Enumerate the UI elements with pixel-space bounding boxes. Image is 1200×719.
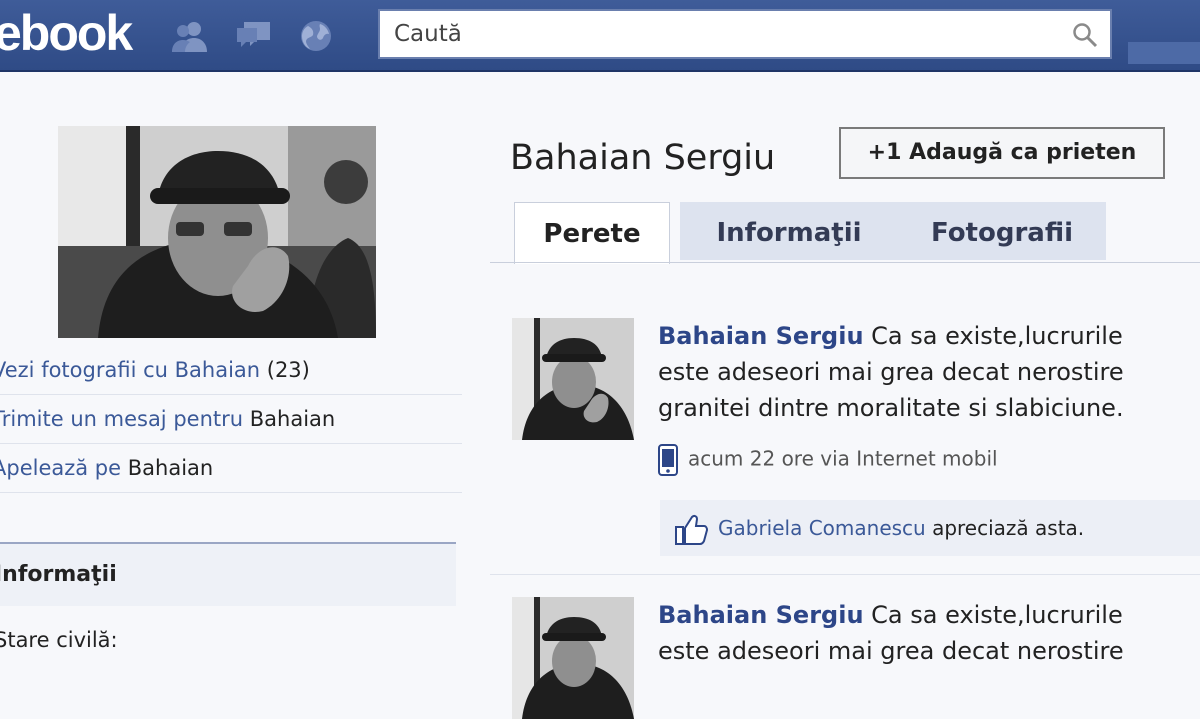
post-likes: Gabriela Comanescu apreciază asta. bbox=[660, 500, 1200, 556]
profile-photo[interactable] bbox=[58, 126, 376, 338]
profile-name: Bahaian Sergiu bbox=[510, 138, 776, 178]
post-separator bbox=[490, 574, 1200, 575]
like-thumb-icon bbox=[675, 514, 708, 545]
mobile-phone-icon bbox=[658, 444, 678, 476]
post-author-link[interactable]: Bahaian Sergiu bbox=[658, 322, 864, 350]
profile-actions: Vezi fotografii cu Bahaian (23) Trimite … bbox=[0, 346, 462, 493]
post-line-2: este adeseori mai grea decat nerostire bbox=[658, 637, 1124, 665]
photos-count: (23) bbox=[260, 358, 310, 382]
messages-icon[interactable] bbox=[234, 18, 274, 54]
post-line-3: granitei dintre moralitate si slabiciune… bbox=[658, 394, 1124, 422]
call-target: Bahaian bbox=[121, 456, 214, 480]
like-user-link[interactable]: Gabriela Comanescu bbox=[718, 516, 926, 540]
send-message-link-text[interactable]: Trimite un mesaj pentru bbox=[0, 407, 243, 431]
call-link-text[interactable]: Apelează pe bbox=[0, 456, 121, 480]
add-friend-button[interactable]: +1 Adaugă ca prieten bbox=[839, 127, 1165, 179]
top-bar: ebook bbox=[0, 0, 1200, 72]
send-message-target: Bahaian bbox=[243, 407, 336, 431]
view-photos-link[interactable]: Vezi fotografii cu Bahaian (23) bbox=[0, 346, 462, 395]
tabs-divider bbox=[490, 262, 1200, 263]
send-message-link[interactable]: Trimite un mesaj pentru Bahaian bbox=[0, 395, 462, 444]
post-body: Bahaian Sergiu Ca sa existe,lucrurile es… bbox=[658, 318, 1200, 426]
notifications-globe-icon[interactable] bbox=[296, 18, 336, 54]
tab-photos[interactable]: Fotografii bbox=[898, 202, 1106, 260]
search-box bbox=[378, 9, 1112, 59]
post-line-1: Ca sa existe,lucrurile bbox=[863, 601, 1123, 629]
post-author-avatar[interactable] bbox=[512, 318, 634, 440]
post-meta: acum 22 ore via Internet mobil bbox=[658, 444, 998, 476]
view-photos-link-text[interactable]: Vezi fotografii cu Bahaian bbox=[0, 358, 260, 382]
post-author-link[interactable]: Bahaian Sergiu bbox=[658, 601, 864, 629]
post-body: Bahaian Sergiu Ca sa existe,lucrurile es… bbox=[658, 597, 1200, 669]
search-icon[interactable] bbox=[1072, 22, 1098, 48]
facebook-logo[interactable]: ebook bbox=[0, 4, 133, 62]
info-section-header: Informaţii bbox=[0, 542, 456, 606]
post-author-avatar[interactable] bbox=[512, 597, 634, 719]
post-line-2: este adeseori mai grea decat nerostire bbox=[658, 358, 1124, 386]
post-timestamp[interactable]: acum 22 ore via Internet mobil bbox=[688, 447, 998, 471]
friends-icon[interactable] bbox=[170, 18, 210, 54]
call-link[interactable]: Apelează pe Bahaian bbox=[0, 444, 462, 493]
like-text: apreciază asta. bbox=[925, 516, 1085, 540]
search-input[interactable] bbox=[380, 11, 1074, 57]
post-line-1: Ca sa existe,lucrurile bbox=[863, 322, 1123, 350]
tab-info[interactable]: Informaţii bbox=[680, 202, 898, 260]
relationship-status-label: Stare civilă: bbox=[0, 628, 118, 652]
topbar-right-area bbox=[1128, 42, 1200, 64]
tab-wall[interactable]: Perete bbox=[514, 202, 670, 264]
